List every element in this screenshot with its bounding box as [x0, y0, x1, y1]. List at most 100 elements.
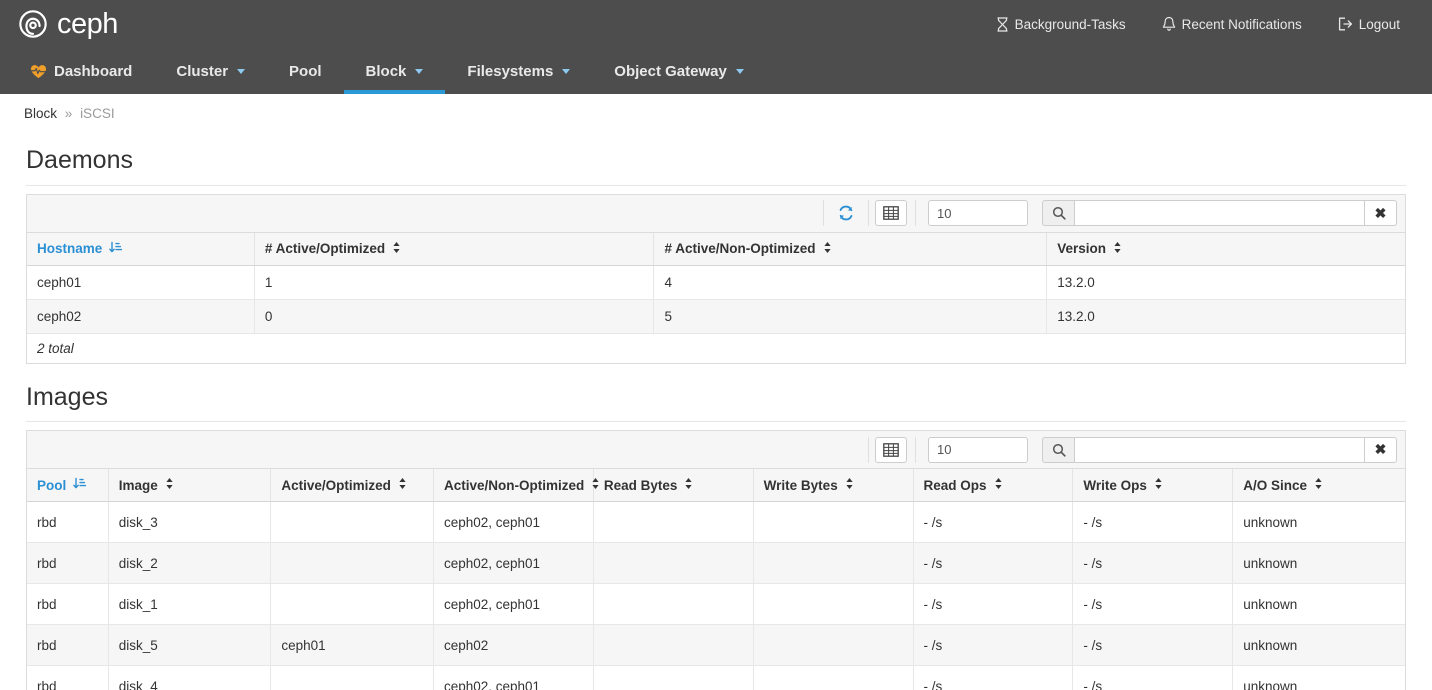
images-cell-5 — [753, 624, 914, 666]
images-cell-4 — [593, 501, 754, 543]
daemons-col-hostname[interactable]: Hostname — [27, 232, 255, 266]
images-cell-5 — [753, 665, 914, 690]
nav-item-dashboard-label: Dashboard — [54, 62, 133, 80]
heartbeat-icon — [30, 64, 47, 79]
images-cell-3: ceph02, ceph01 — [433, 583, 594, 625]
nav-item-dashboard[interactable]: Dashboard — [8, 48, 154, 94]
images-col-image[interactable]: Image — [108, 469, 272, 502]
background-tasks-label: Background-Tasks — [1014, 16, 1126, 32]
images-col-a-o-since[interactable]: A/O Since — [1232, 469, 1405, 502]
breadcrumb-separator: » — [64, 106, 73, 121]
daemons-panel: ✖ Hostname — [26, 193, 1406, 364]
images-col-read-bytes[interactable]: Read Bytes — [593, 469, 754, 502]
images-col-a-o-since-label: A/O Since — [1243, 477, 1307, 493]
nav-item-pool[interactable]: Pool — [267, 48, 344, 94]
images-cell-1: disk_3 — [108, 501, 272, 543]
daemons-col-active-non-optimized-label: # Active/Non-Optimized — [664, 241, 816, 256]
refresh-icon[interactable] — [830, 203, 862, 223]
images-cell-4 — [593, 665, 754, 690]
daemons-table-body: ceph01 1 4 13.2.0 ceph02 0 5 13.2.0 — [27, 265, 1405, 334]
images-col-write-ops-label: Write Ops — [1083, 477, 1147, 493]
images-col-active-optimized[interactable]: Active/Optimized — [270, 469, 434, 502]
recent-notifications-label: Recent Notifications — [1181, 16, 1302, 32]
sort-neutral-icon — [398, 477, 407, 493]
daemons-section-title: Daemons — [26, 146, 1406, 186]
images-col-write-bytes-label: Write Bytes — [763, 477, 838, 493]
background-tasks-link[interactable]: Background-Tasks — [978, 17, 1144, 32]
images-cell-3: ceph02, ceph01 — [433, 542, 594, 584]
daemons-col-version[interactable]: Version — [1046, 232, 1405, 266]
sort-neutral-icon — [994, 477, 1003, 493]
nav-item-object-gateway[interactable]: Object Gateway — [592, 48, 766, 94]
brand-logo-link[interactable]: ceph — [18, 9, 118, 39]
logout-link[interactable]: Logout — [1320, 17, 1418, 32]
nav-item-cluster-label: Cluster — [176, 62, 229, 80]
daemons-page-limit-input[interactable] — [928, 200, 1028, 226]
table-row[interactable]: rbd disk_2 ceph02, ceph01- /s - /s unknown — [27, 542, 1405, 584]
images-cell-8: unknown — [1232, 542, 1405, 584]
images-cell-7: - /s — [1072, 583, 1234, 625]
sign-out-icon — [1338, 17, 1353, 31]
table-columns-icon[interactable] — [875, 200, 907, 226]
daemons-cell-3: 13.2.0 — [1046, 299, 1405, 334]
breadcrumb: Block » iSCSI — [0, 94, 1432, 127]
daemons-table-head: Hostname # Active/Optimized # Active/Non… — [27, 232, 1405, 266]
daemons-col-version-label: Version — [1057, 241, 1106, 256]
recent-notifications-link[interactable]: Recent Notifications — [1144, 16, 1320, 32]
breadcrumb-item-block[interactable]: Block — [24, 106, 57, 121]
images-cell-4 — [593, 624, 754, 666]
table-row[interactable]: rbd disk_1 ceph02, ceph01- /s - /s unknown — [27, 583, 1405, 625]
chevron-down-icon — [735, 68, 744, 74]
images-search-input[interactable] — [1074, 436, 1364, 463]
clear-x-icon[interactable]: ✖ — [1364, 200, 1397, 226]
images-cell-4 — [593, 583, 754, 625]
images-col-pool[interactable]: Pool — [27, 469, 109, 502]
images-col-image-label: Image — [118, 477, 158, 493]
images-col-write-bytes[interactable]: Write Bytes — [753, 469, 914, 502]
daemons-cell-0: ceph02 — [27, 299, 255, 334]
images-col-read-bytes-label: Read Bytes — [603, 477, 678, 493]
images-cell-1: disk_1 — [108, 583, 272, 625]
toolbar-divider — [823, 200, 824, 226]
images-col-write-ops[interactable]: Write Ops — [1072, 469, 1234, 502]
chevron-down-icon — [562, 68, 571, 74]
toolbar-divider — [868, 200, 869, 226]
table-row[interactable]: rbd disk_3 ceph02, ceph01- /s - /s unknown — [27, 501, 1405, 543]
daemons-col-active-non-optimized[interactable]: # Active/Non-Optimized — [653, 232, 1048, 266]
images-cell-1: disk_5 — [108, 624, 272, 666]
nav-item-filesystems[interactable]: Filesystems — [445, 48, 592, 94]
daemons-cell-2: 5 — [653, 299, 1048, 334]
images-table-body: rbd disk_3 ceph02, ceph01- /s - /s unknown rb… — [27, 501, 1405, 690]
images-cell-2 — [270, 665, 434, 690]
toolbar-divider — [915, 200, 916, 226]
images-col-active-non-optimized[interactable]: Active/Non-Optimized — [433, 469, 599, 502]
nav-item-pool-label: Pool — [289, 62, 322, 80]
top-header-bar: ceph Background-Tasks Recent Notificatio… — [0, 0, 1432, 48]
daemons-header-row: Hostname # Active/Optimized # Active/Non… — [27, 232, 1405, 266]
images-section-title: Images — [26, 383, 1406, 422]
images-page-limit-input[interactable] — [928, 436, 1028, 463]
nav-item-cluster[interactable]: Cluster — [154, 48, 267, 94]
sort-neutral-icon — [392, 241, 401, 257]
sort-asc-icon — [73, 477, 87, 493]
images-cell-3: ceph02, ceph01 — [433, 665, 594, 690]
images-col-read-ops[interactable]: Read Ops — [913, 469, 1074, 502]
table-row[interactable]: rbd disk_5 ceph01 ceph02- /s - /s unknown — [27, 624, 1405, 666]
search-icon — [1042, 200, 1074, 226]
table-columns-icon[interactable] — [875, 436, 907, 463]
images-cell-8: unknown — [1232, 583, 1405, 625]
table-row[interactable]: rbd disk_4 ceph02, ceph01- /s - /s unknown — [27, 665, 1405, 690]
daemons-cell-1: 1 — [254, 265, 655, 300]
daemons-search-input[interactable] — [1074, 200, 1364, 226]
daemons-cell-3: 13.2.0 — [1046, 265, 1405, 300]
clear-x-icon[interactable]: ✖ — [1364, 436, 1397, 463]
table-row[interactable]: ceph02 0 5 13.2.0 — [27, 299, 1405, 334]
images-cell-8: unknown — [1232, 501, 1405, 543]
sort-neutral-icon — [1154, 477, 1163, 493]
images-col-active-non-optimized-label: Active/Non-Optimized — [443, 477, 585, 493]
daemons-col-active-optimized[interactable]: # Active/Optimized — [254, 232, 655, 266]
images-table: Pool Image Active/Optimized Active/Non-Opti… — [27, 469, 1405, 690]
logout-label: Logout — [1358, 16, 1400, 32]
table-row[interactable]: ceph01 1 4 13.2.0 — [27, 265, 1405, 300]
nav-item-block[interactable]: Block — [343, 48, 446, 94]
